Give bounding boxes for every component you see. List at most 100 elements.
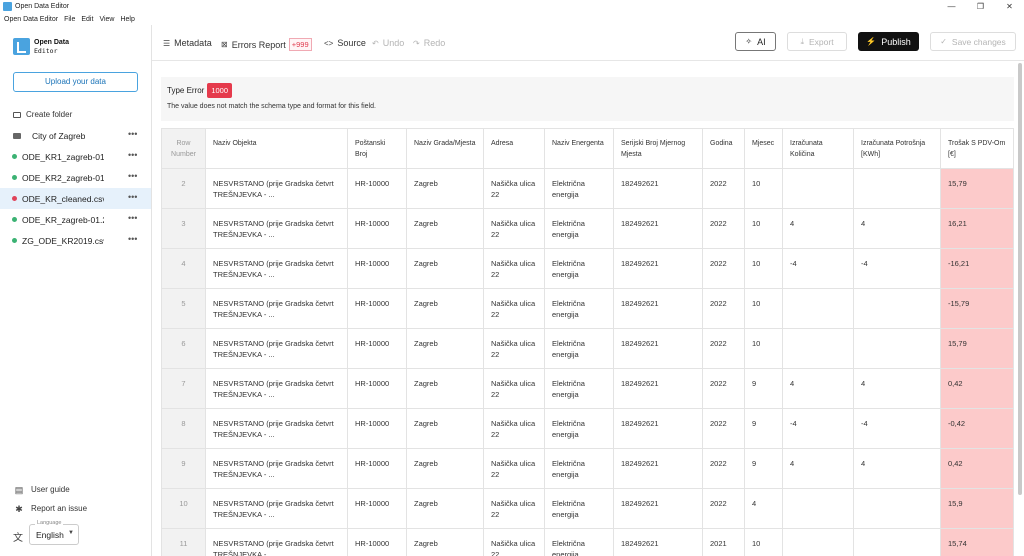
export-button[interactable]: ⤓ Export bbox=[787, 32, 847, 51]
menu-view[interactable]: View bbox=[99, 16, 114, 23]
undo-button[interactable]: ↶ Undo bbox=[372, 38, 404, 48]
table-cell[interactable]: 10 bbox=[744, 208, 783, 249]
table-cell[interactable]: NESVRSTANO (prije Gradska četvrt TREŠNJE… bbox=[205, 248, 348, 289]
table-cell[interactable]: NESVRSTANO (prije Gradska četvrt TREŠNJE… bbox=[205, 208, 348, 249]
table-cell[interactable] bbox=[782, 328, 854, 369]
table-cell[interactable]: 182492621 bbox=[613, 448, 703, 489]
table-cell[interactable]: 2022 bbox=[702, 448, 745, 489]
table-cell[interactable] bbox=[782, 488, 854, 529]
table-cell[interactable] bbox=[853, 488, 941, 529]
column-header[interactable]: Naziv Grada/Mjesta bbox=[406, 128, 484, 169]
more-options-icon[interactable]: ••• bbox=[128, 150, 137, 160]
table-cell[interactable]: Našička ulica 22 bbox=[483, 208, 545, 249]
sidebar-file[interactable]: ZG_ODE_KR2019.csv ••• bbox=[0, 230, 151, 251]
save-changes-button[interactable]: ✓ Save changes bbox=[930, 32, 1016, 51]
table-cell[interactable]: HR-10000 bbox=[347, 288, 407, 329]
column-header[interactable]: Poštanski Broj bbox=[347, 128, 407, 169]
column-header[interactable]: Naziv Objekta bbox=[205, 128, 348, 169]
menu-app[interactable]: Open Data Editor bbox=[4, 16, 58, 23]
error-cell[interactable]: 16,21 bbox=[940, 208, 1014, 249]
table-cell[interactable]: 9 bbox=[744, 368, 783, 409]
table-cell[interactable]: Zagreb bbox=[406, 448, 484, 489]
table-cell[interactable]: 2022 bbox=[702, 408, 745, 449]
table-cell[interactable]: 10 bbox=[744, 288, 783, 329]
table-cell[interactable]: HR-10000 bbox=[347, 368, 407, 409]
table-cell[interactable]: Zagreb bbox=[406, 408, 484, 449]
table-cell[interactable] bbox=[782, 288, 854, 329]
table-cell[interactable]: Zagreb bbox=[406, 328, 484, 369]
menu-file[interactable]: File bbox=[64, 16, 75, 23]
table-cell[interactable]: 2022 bbox=[702, 208, 745, 249]
error-cell[interactable]: 15,79 bbox=[940, 328, 1014, 369]
sidebar-file[interactable]: ODE_KR_cleaned.csv ••• bbox=[0, 188, 151, 209]
table-cell[interactable]: 2022 bbox=[702, 168, 745, 209]
table-cell[interactable]: Našička ulica 22 bbox=[483, 408, 545, 449]
table-cell[interactable]: HR-10000 bbox=[347, 528, 407, 556]
column-header[interactable]: Godina bbox=[702, 128, 745, 169]
table-cell[interactable]: 2022 bbox=[702, 328, 745, 369]
table-cell[interactable]: Našička ulica 22 bbox=[483, 168, 545, 209]
table-cell[interactable]: 10 bbox=[744, 528, 783, 556]
table-cell[interactable]: 182492621 bbox=[613, 288, 703, 329]
table-cell[interactable]: 4 bbox=[782, 368, 854, 409]
table-cell[interactable]: Našička ulica 22 bbox=[483, 488, 545, 529]
menu-help[interactable]: Help bbox=[120, 16, 134, 23]
table-cell[interactable]: 182492621 bbox=[613, 248, 703, 289]
table-cell[interactable]: NESVRSTANO (prije Gradska četvrt TREŠNJE… bbox=[205, 368, 348, 409]
publish-button[interactable]: ⚡ Publish bbox=[858, 32, 919, 51]
table-cell[interactable]: 2021 bbox=[702, 528, 745, 556]
table-cell[interactable]: NESVRSTANO (prije Gradska četvrt TREŠNJE… bbox=[205, 288, 348, 329]
table-cell[interactable]: Zagreb bbox=[406, 208, 484, 249]
table-cell[interactable]: Našička ulica 22 bbox=[483, 328, 545, 369]
table-cell[interactable] bbox=[853, 328, 941, 369]
table-cell[interactable]: Zagreb bbox=[406, 488, 484, 529]
create-folder-button[interactable]: Create folder bbox=[13, 110, 72, 119]
table-cell[interactable]: 2022 bbox=[702, 288, 745, 329]
table-cell[interactable]: Zagreb bbox=[406, 288, 484, 329]
error-cell[interactable]: -16,21 bbox=[940, 248, 1014, 289]
more-options-icon[interactable]: ••• bbox=[128, 171, 137, 181]
table-cell[interactable]: Električna energija bbox=[544, 488, 614, 529]
table-cell[interactable]: Električna energija bbox=[544, 288, 614, 329]
table-cell[interactable]: 4 bbox=[782, 448, 854, 489]
table-cell[interactable]: 10 bbox=[744, 248, 783, 289]
table-cell[interactable]: Električna energija bbox=[544, 448, 614, 489]
table-cell[interactable]: Našička ulica 22 bbox=[483, 448, 545, 489]
table-cell[interactable]: 182492621 bbox=[613, 208, 703, 249]
user-guide-link[interactable]: ▤ User guide bbox=[0, 480, 151, 499]
minimize-icon[interactable]: — bbox=[937, 0, 966, 13]
vertical-scrollbar[interactable] bbox=[1018, 63, 1022, 495]
table-cell[interactable]: 182492621 bbox=[613, 328, 703, 369]
table-cell[interactable]: 4 bbox=[853, 208, 941, 249]
table-cell[interactable]: Našička ulica 22 bbox=[483, 288, 545, 329]
error-cell[interactable]: -0,42 bbox=[940, 408, 1014, 449]
table-cell[interactable]: -4 bbox=[853, 248, 941, 289]
table-cell[interactable]: Električna energija bbox=[544, 248, 614, 289]
column-header[interactable]: Izračunata Količina bbox=[782, 128, 854, 169]
errors-report-button[interactable]: ⊠ Errors Report +999 bbox=[221, 38, 312, 51]
table-cell[interactable]: Električna energija bbox=[544, 528, 614, 556]
table-cell[interactable]: Električna energija bbox=[544, 168, 614, 209]
restore-icon[interactable]: ❐ bbox=[966, 0, 995, 13]
error-cell[interactable]: 15,9 bbox=[940, 488, 1014, 529]
table-cell[interactable]: HR-10000 bbox=[347, 328, 407, 369]
table-cell[interactable]: Električna energija bbox=[544, 208, 614, 249]
table-cell[interactable]: HR-10000 bbox=[347, 248, 407, 289]
column-header[interactable]: Mjesec bbox=[744, 128, 783, 169]
menu-edit[interactable]: Edit bbox=[81, 16, 93, 23]
table-cell[interactable]: 9 bbox=[744, 408, 783, 449]
table-cell[interactable]: NESVRSTANO (prije Gradska četvrt TREŠNJE… bbox=[205, 168, 348, 209]
table-cell[interactable]: 182492621 bbox=[613, 168, 703, 209]
report-issue-link[interactable]: ✱ Report an issue bbox=[0, 499, 151, 518]
table-cell[interactable] bbox=[853, 168, 941, 209]
table-cell[interactable]: 4 bbox=[853, 448, 941, 489]
more-options-icon[interactable]: ••• bbox=[128, 234, 137, 244]
table-cell[interactable]: 2022 bbox=[702, 488, 745, 529]
table-cell[interactable]: HR-10000 bbox=[347, 448, 407, 489]
source-button[interactable]: <> Source bbox=[324, 38, 366, 48]
error-cell[interactable]: 15,74 bbox=[940, 528, 1014, 556]
table-cell[interactable]: 9 bbox=[744, 448, 783, 489]
table-cell[interactable]: Našička ulica 22 bbox=[483, 368, 545, 409]
table-cell[interactable] bbox=[853, 528, 941, 556]
more-options-icon[interactable]: ••• bbox=[128, 129, 137, 139]
